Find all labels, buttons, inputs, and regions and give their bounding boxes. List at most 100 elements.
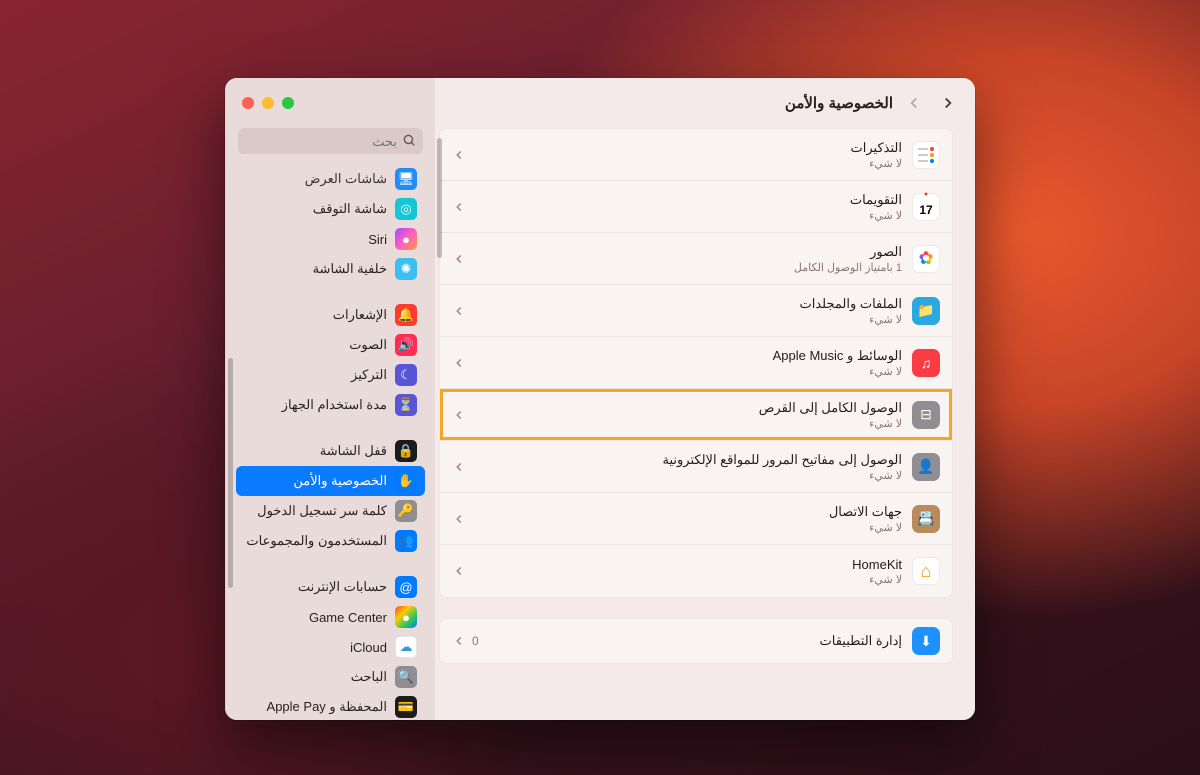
sound-icon: 🔊: [395, 334, 417, 356]
privacy-row-passkey[interactable]: 👤 الوصول إلى مفاتيح المرور للمواقع الإلكت…: [440, 441, 952, 493]
row-title: الوصول الكامل إلى القرص: [476, 400, 902, 416]
sidebar-item-label: الباحث: [244, 669, 387, 685]
row-badge: 0: [472, 634, 479, 648]
sidebar-item-label: الخصوصية والأمن: [244, 473, 387, 489]
sidebar-item-label: قفل الشاشة: [244, 443, 387, 459]
screensaver-icon: ◎: [395, 198, 417, 220]
sidebar-item-sound[interactable]: 🔊 الصوت: [236, 330, 425, 360]
privacy-row-disk[interactable]: ⊟ الوصول الكامل إلى القرصلا شيء: [440, 389, 952, 441]
sidebar-item-wallet[interactable]: 💳المحفظة و Apple Pay: [236, 692, 425, 720]
chevron-left-icon: [452, 460, 466, 474]
row-title: الوصول إلى مفاتيح المرور للمواقع الإلكتر…: [476, 452, 902, 468]
wallet-icon: 💳: [395, 696, 417, 718]
app-management-row[interactable]: ⬇إدارة التطبيقات0: [440, 619, 952, 663]
sidebar-item-hourglass[interactable]: ⏳مدة استخدام الجهاز: [236, 390, 425, 420]
hand-icon: ✋: [395, 470, 417, 492]
sidebar-item-cloud[interactable]: ☁iCloud: [236, 632, 425, 662]
chevron-left-icon: [452, 356, 466, 370]
row-title: الصور: [476, 244, 902, 260]
chevron-left-icon: [452, 252, 466, 266]
row-subtitle: لا شيء: [476, 209, 902, 222]
sidebar-scrollbar[interactable]: [228, 358, 233, 588]
minimize-button[interactable]: [262, 97, 274, 109]
row-title: جهات الاتصال: [476, 504, 902, 520]
row-subtitle: لا شيء: [476, 573, 902, 586]
privacy-row-home[interactable]: ⌂ HomeKitلا شيء: [440, 545, 952, 597]
sidebar-item-label: حسابات الإنترنت: [244, 579, 387, 595]
row-subtitle: لا شيء: [476, 417, 902, 430]
titlebar-sidebar: [226, 78, 435, 128]
sidebar-item-label: شاشة التوقف: [244, 201, 387, 217]
at-icon: @: [395, 576, 417, 598]
lock-icon: 🔒: [395, 440, 417, 462]
appstore-icon: ⬇: [912, 627, 940, 655]
row-title: الملفات والمجلدات: [476, 296, 902, 312]
wallpaper-icon: ✺: [395, 258, 417, 280]
sidebar-item-label: الصوت: [244, 337, 387, 353]
row-subtitle: لا شيء: [476, 521, 902, 534]
maximize-button[interactable]: [282, 97, 294, 109]
gamecenter-icon: ●: [395, 606, 417, 628]
sidebar-item-siri[interactable]: ●Siri: [236, 224, 425, 254]
sidebar-item-users[interactable]: 👥المستخدمون والمجموعات: [236, 526, 425, 556]
sidebar-item-hand[interactable]: ✋ الخصوصية والأمن: [236, 466, 425, 496]
chevron-left-icon: [452, 634, 466, 648]
chevron-left-icon: [452, 408, 466, 422]
moon-icon: ☾: [395, 364, 417, 386]
cloud-icon: ☁: [395, 636, 417, 658]
sidebar-list: 🖥 شاشات العرض ◎شاشة التوقف●Siri✺خلفية ال…: [226, 164, 435, 720]
chevron-left-icon: [452, 148, 466, 162]
calendar-icon: ●17: [912, 193, 940, 221]
main-content: الخصوصية والأمن التذكيراتلا شيء●17التقوي…: [435, 78, 975, 720]
users-icon: 👥: [395, 530, 417, 552]
nav-arrows: [905, 94, 957, 112]
page-title: الخصوصية والأمن: [785, 94, 893, 112]
settings-window: 🖥 شاشات العرض ◎شاشة التوقف●Siri✺خلفية ال…: [225, 78, 975, 720]
sidebar-item-label: خلفية الشاشة: [244, 261, 387, 277]
sidebar-item-wallpaper[interactable]: ✺ خلفية الشاشة: [236, 254, 425, 284]
row-subtitle: لا شيء: [476, 157, 902, 170]
chevron-left-icon: [452, 512, 466, 526]
row-title: التذكيرات: [476, 140, 902, 156]
bell-icon: 🔔: [395, 304, 417, 326]
sidebar-item-screensaver[interactable]: ◎ شاشة التوقف: [236, 194, 425, 224]
sidebar-item-label: Siri: [244, 232, 387, 247]
row-title: HomeKit: [476, 557, 902, 572]
row-subtitle: لا شيء: [476, 365, 902, 378]
sidebar-item-bell[interactable]: 🔔الإشعارات: [236, 300, 425, 330]
row-subtitle: لا شيء: [476, 469, 902, 482]
privacy-row-calendar[interactable]: ●17التقويماتلا شيء: [440, 181, 952, 233]
sidebar-item-label: التركيز: [244, 367, 387, 383]
sidebar-item-gamecenter[interactable]: ●Game Center: [236, 602, 425, 632]
sidebar-item-at[interactable]: @ حسابات الإنترنت: [236, 572, 425, 602]
chevron-left-icon: [452, 564, 466, 578]
privacy-row-photos[interactable]: ✿الصور1 بامتياز الوصول الكامل: [440, 233, 952, 285]
search-input[interactable]: [238, 128, 423, 154]
sidebar-item-label: شاشات العرض: [244, 171, 387, 187]
back-button[interactable]: [905, 94, 923, 112]
sidebar: 🖥 شاشات العرض ◎شاشة التوقف●Siri✺خلفية ال…: [225, 78, 435, 720]
chevron-left-icon: [452, 304, 466, 318]
row-title: الوسائط و Apple Music: [476, 348, 902, 364]
folder-icon: 📁: [912, 297, 940, 325]
sidebar-item-spotlight[interactable]: 🔍الباحث: [236, 662, 425, 692]
privacy-row-folder[interactable]: 📁 الملفات والمجلداتلا شيء: [440, 285, 952, 337]
chevron-left-icon: [452, 200, 466, 214]
photos-icon: ✿: [912, 245, 940, 273]
row-subtitle: لا شيء: [476, 313, 902, 326]
privacy-row-reminders[interactable]: التذكيراتلا شيء: [440, 129, 952, 181]
sidebar-item-key[interactable]: 🔑كلمة سر تسجيل الدخول: [236, 496, 425, 526]
content-scroll: التذكيراتلا شيء●17التقويماتلا شيء✿الصور1…: [435, 128, 975, 720]
disk-icon: ⊟: [912, 401, 940, 429]
sidebar-item-lock[interactable]: 🔒 قفل الشاشة: [236, 436, 425, 466]
privacy-row-music[interactable]: ♫الوسائط و Apple Musicلا شيء: [440, 337, 952, 389]
sidebar-item-label: كلمة سر تسجيل الدخول: [244, 503, 387, 519]
passkey-icon: 👤: [912, 453, 940, 481]
sidebar-item-moon[interactable]: ☾ التركيز: [236, 360, 425, 390]
close-button[interactable]: [242, 97, 254, 109]
forward-button[interactable]: [939, 94, 957, 112]
privacy-row-contacts[interactable]: 📇جهات الاتصاللا شيء: [440, 493, 952, 545]
home-icon: ⌂: [912, 557, 940, 585]
sidebar-item-displays[interactable]: 🖥 شاشات العرض: [236, 164, 425, 194]
display-icon: 🖥: [395, 168, 417, 190]
